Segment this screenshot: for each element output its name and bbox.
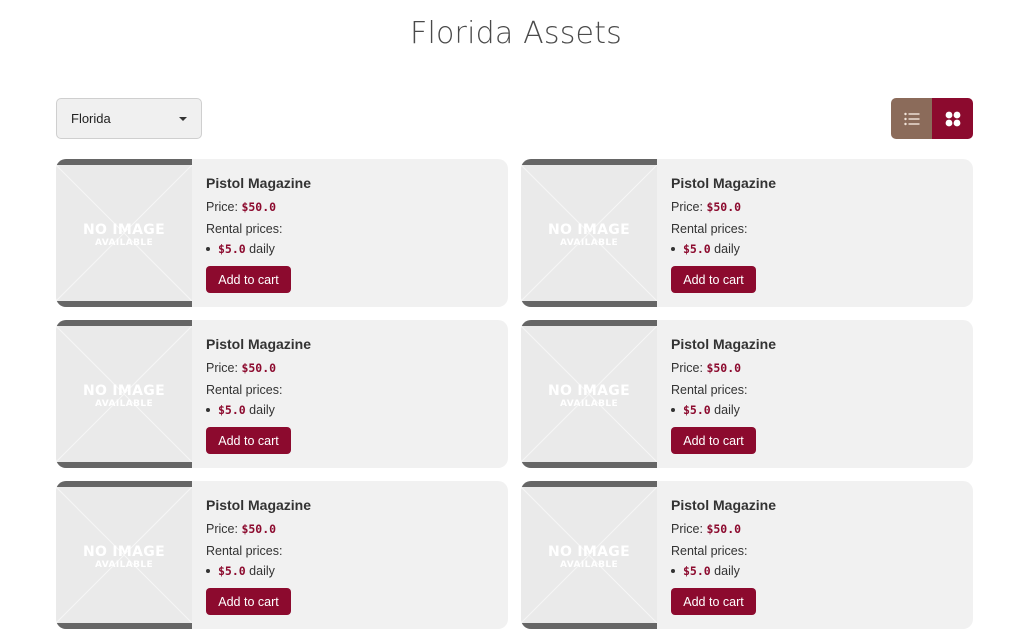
no-image-text: NO IMAGE [83, 544, 165, 560]
grid-view-button[interactable] [932, 98, 973, 139]
price-label: Price: [206, 200, 242, 214]
rental-period: daily [245, 564, 275, 578]
product-name: Pistol Magazine [671, 497, 777, 513]
rental-price-value: $5.0 [218, 242, 246, 256]
rental-price-value: $5.0 [683, 564, 711, 578]
rental-prices-label: Rental prices: [206, 383, 283, 397]
rental-price-item: $5.0 daily [206, 403, 275, 417]
product-name: Pistol Magazine [206, 175, 312, 191]
product-card: NO IMAGE AVAILABLE Pistol Magazine Price… [521, 481, 973, 629]
bullet-icon [206, 246, 210, 251]
add-to-cart-button[interactable]: Add to cart [671, 588, 756, 615]
price-label: Price: [671, 200, 707, 214]
price-value: $50.0 [706, 361, 742, 375]
bullet-icon [671, 568, 675, 573]
no-image-placeholder: NO IMAGE AVAILABLE [521, 159, 657, 307]
rental-price-value: $5.0 [683, 403, 711, 417]
page-title: Florida Assets [409, 16, 622, 51]
price-label: Price: [671, 522, 707, 536]
price-line: Price: $50.0 [206, 361, 276, 375]
list-view-button[interactable] [891, 98, 932, 139]
price-label: Price: [206, 361, 242, 375]
no-image-subtext: AVAILABLE [94, 238, 154, 248]
product-name: Pistol Magazine [206, 497, 312, 513]
rental-price-item: $5.0 daily [671, 403, 740, 417]
price-line: Price: $50.0 [671, 200, 741, 214]
add-to-cart-button[interactable]: Add to cart [206, 266, 291, 293]
no-image-text: NO IMAGE [83, 222, 165, 238]
no-image-subtext: AVAILABLE [94, 560, 154, 570]
product-card: NO IMAGE AVAILABLE Pistol Magazine Price… [521, 320, 973, 468]
no-image-subtext: AVAILABLE [559, 399, 619, 409]
rental-price-value: $5.0 [218, 403, 246, 417]
add-to-cart-button[interactable]: Add to cart [671, 427, 756, 454]
no-image-subtext: AVAILABLE [559, 560, 619, 570]
product-name: Pistol Magazine [671, 336, 777, 352]
rental-period: daily [245, 242, 275, 256]
bullet-icon [671, 407, 675, 412]
price-value: $50.0 [241, 200, 277, 214]
bullet-icon [206, 568, 210, 573]
price-value: $50.0 [241, 522, 277, 536]
no-image-placeholder: NO IMAGE AVAILABLE [521, 481, 657, 629]
rental-prices-label: Rental prices: [671, 222, 748, 236]
rental-prices-label: Rental prices: [206, 544, 283, 558]
no-image-text: NO IMAGE [548, 544, 630, 560]
add-to-cart-button[interactable]: Add to cart [206, 588, 291, 615]
price-value: $50.0 [706, 200, 742, 214]
add-to-cart-button[interactable]: Add to cart [206, 427, 291, 454]
no-image-placeholder: NO IMAGE AVAILABLE [56, 320, 192, 468]
price-line: Price: $50.0 [206, 200, 276, 214]
list-icon [903, 112, 919, 125]
no-image-text: NO IMAGE [548, 383, 630, 399]
product-name: Pistol Magazine [206, 336, 312, 352]
no-image-placeholder: NO IMAGE AVAILABLE [56, 159, 192, 307]
no-image-placeholder: NO IMAGE AVAILABLE [521, 320, 657, 468]
caret-down-icon [179, 117, 187, 121]
region-select[interactable]: Florida [56, 98, 202, 139]
rental-period: daily [710, 564, 740, 578]
price-value: $50.0 [241, 361, 277, 375]
no-image-text: NO IMAGE [548, 222, 630, 238]
rental-period: daily [245, 403, 275, 417]
bullet-icon [671, 246, 675, 251]
product-card: NO IMAGE AVAILABLE Pistol Magazine Price… [56, 481, 508, 629]
rental-price-item: $5.0 daily [206, 242, 275, 256]
region-select-value: Florida [71, 111, 111, 126]
price-line: Price: $50.0 [206, 522, 276, 536]
rental-period: daily [710, 242, 740, 256]
product-card: NO IMAGE AVAILABLE Pistol Magazine Price… [56, 159, 508, 307]
rental-price-value: $5.0 [218, 564, 246, 578]
rental-prices-label: Rental prices: [671, 383, 748, 397]
no-image-subtext: AVAILABLE [559, 238, 619, 248]
bullet-icon [206, 407, 210, 412]
add-to-cart-button[interactable]: Add to cart [671, 266, 756, 293]
rental-period: daily [710, 403, 740, 417]
price-value: $50.0 [706, 522, 742, 536]
rental-price-item: $5.0 daily [206, 564, 275, 578]
no-image-subtext: AVAILABLE [94, 399, 154, 409]
price-label: Price: [206, 522, 242, 536]
grid-icon [945, 111, 960, 126]
product-name: Pistol Magazine [671, 175, 777, 191]
rental-prices-label: Rental prices: [671, 544, 748, 558]
rental-price-value: $5.0 [683, 242, 711, 256]
no-image-text: NO IMAGE [83, 383, 165, 399]
price-line: Price: $50.0 [671, 522, 741, 536]
price-line: Price: $50.0 [671, 361, 741, 375]
product-card: NO IMAGE AVAILABLE Pistol Magazine Price… [521, 159, 973, 307]
view-toggle [891, 98, 973, 139]
no-image-placeholder: NO IMAGE AVAILABLE [56, 481, 192, 629]
price-label: Price: [671, 361, 707, 375]
product-card: NO IMAGE AVAILABLE Pistol Magazine Price… [56, 320, 508, 468]
rental-price-item: $5.0 daily [671, 564, 740, 578]
rental-price-item: $5.0 daily [671, 242, 740, 256]
rental-prices-label: Rental prices: [206, 222, 283, 236]
